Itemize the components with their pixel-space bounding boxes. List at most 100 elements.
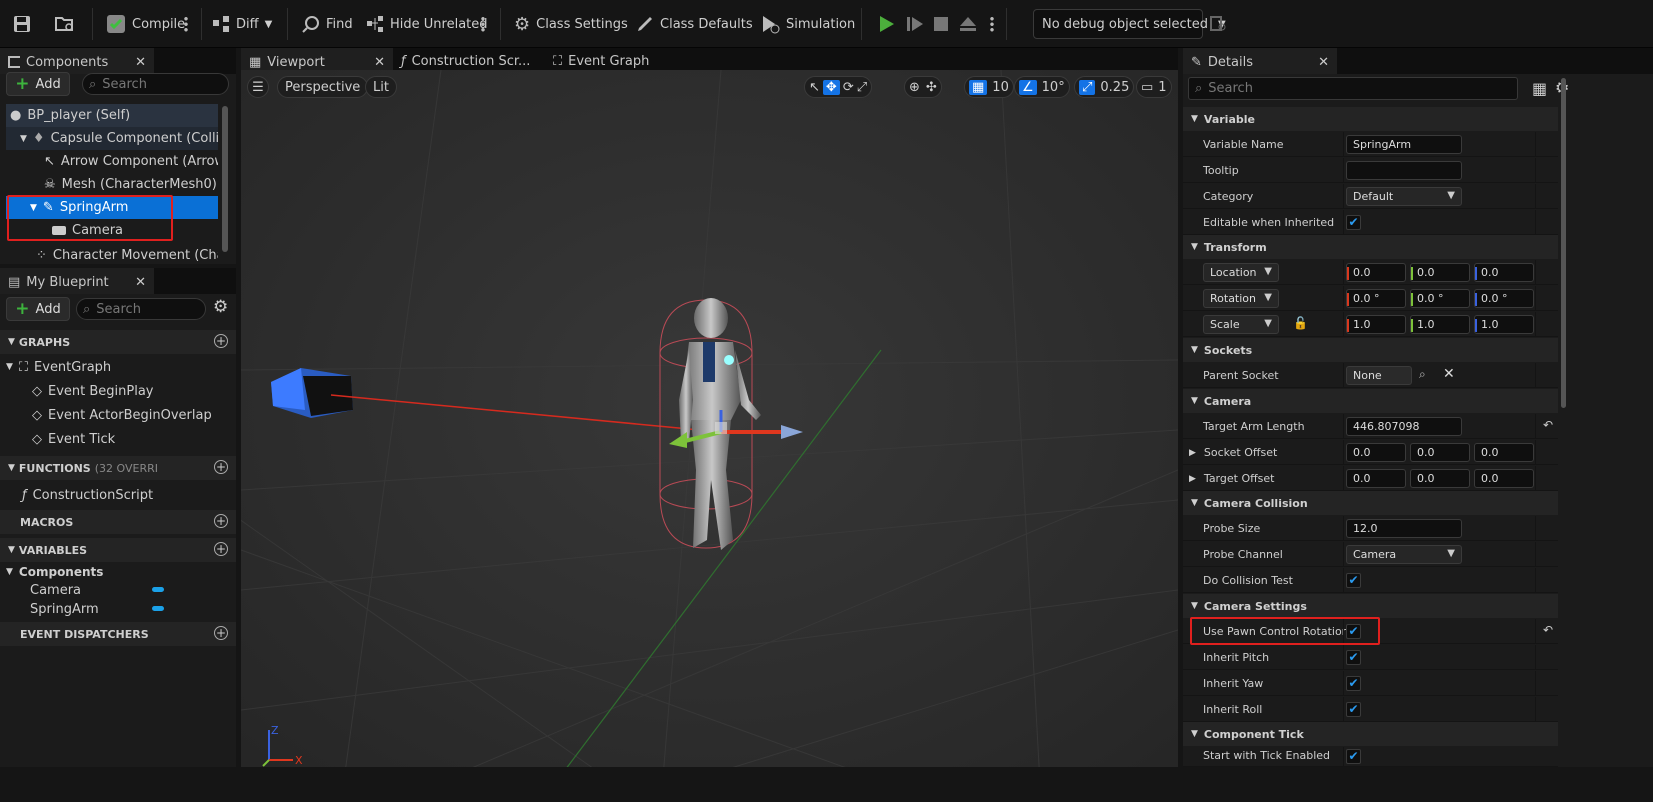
viewport-menu-icon[interactable]: ☰ [247, 76, 269, 98]
location-x-input[interactable]: 0.0 [1346, 263, 1406, 282]
reset-to-default-icon[interactable]: ↶ [1543, 623, 1553, 637]
camera-speed-button[interactable]: ▭ 1 [1136, 76, 1172, 98]
debug-browse-icon[interactable] [1209, 10, 1227, 38]
play-options-icon[interactable] [990, 10, 994, 38]
clear-icon[interactable]: ✕ [1443, 366, 1455, 382]
add-dispatcher-icon[interactable]: + [214, 626, 228, 640]
details-search-input[interactable]: ⌕ Search [1188, 77, 1518, 100]
select-icon[interactable]: ↖ [809, 80, 820, 95]
close-icon[interactable]: ✕ [1318, 55, 1329, 70]
event-item[interactable]: ◇ Event ActorBeginOverlap [32, 404, 212, 426]
browse-folder-icon[interactable] [54, 10, 76, 38]
rotation-z-input[interactable]: 0.0 ° [1474, 289, 1534, 308]
section-variables[interactable]: ▼ VARIABLES + [0, 538, 236, 562]
stop-button[interactable] [932, 10, 950, 38]
find-button[interactable]: Find [302, 10, 353, 38]
inherit-roll-checkbox[interactable]: ✔ [1346, 702, 1361, 717]
function-item-construction-script[interactable]: ƒ ConstructionScript [22, 484, 153, 506]
rotate-icon[interactable]: ⟳ [843, 80, 854, 95]
debug-object-dropdown[interactable]: No debug object selected ▼ [1033, 9, 1226, 39]
section-camera[interactable]: ▼ Camera [1183, 389, 1558, 413]
tree-item-capsule[interactable]: ▼ ♦ Capsule Component (CollisionC [6, 127, 218, 150]
components-search-input[interactable]: ⌕ Search [82, 73, 229, 95]
hide-unrelated-options-icon[interactable] [481, 10, 485, 38]
translate-icon[interactable]: ✥ [822, 79, 840, 95]
location-dropdown[interactable]: Location ▼ [1203, 263, 1279, 282]
inherit-pitch-checkbox[interactable]: ✔ [1346, 650, 1361, 665]
add-variable-icon[interactable]: + [214, 542, 228, 556]
rotation-snap-toggle[interactable]: ∠ 10° [1014, 76, 1070, 98]
inherit-yaw-checkbox[interactable]: ✔ [1346, 676, 1361, 691]
diff-button[interactable]: Diff ▼ [212, 10, 272, 38]
tooltip-input[interactable] [1346, 161, 1462, 180]
surface-snap-icon[interactable]: ✣ [926, 80, 937, 95]
add-function-icon[interactable]: + [214, 460, 228, 474]
socket-offset-y-input[interactable]: 0.0 [1410, 443, 1470, 462]
location-z-input[interactable]: 0.0 [1474, 263, 1534, 282]
property-matrix-icon[interactable]: ▦ [1532, 79, 1547, 98]
lock-icon[interactable]: 🔓 [1293, 316, 1308, 330]
section-graphs[interactable]: ▼ GRAPHS + [0, 330, 236, 354]
target-offset-z-input[interactable]: 0.0 [1474, 469, 1534, 488]
class-defaults-button[interactable]: Class Defaults [636, 10, 753, 38]
socket-offset-x-input[interactable]: 0.0 [1346, 443, 1406, 462]
section-variable[interactable]: ▼ Variable [1183, 107, 1558, 131]
class-settings-button[interactable]: ⚙ Class Settings [514, 10, 628, 38]
section-camera-settings[interactable]: ▼ Camera Settings [1183, 594, 1558, 618]
play-button[interactable] [876, 10, 896, 38]
section-event-dispatchers[interactable]: EVENT DISPATCHERS + [0, 622, 236, 646]
world-local-icon[interactable]: ⊕ [909, 80, 920, 95]
details-scrollbar[interactable] [1561, 78, 1566, 408]
components-add-button[interactable]: + Add [6, 72, 70, 96]
tab-my-blueprint[interactable]: ▤ My Blueprint ✕ [0, 268, 154, 294]
tree-item-mesh[interactable]: ☠Mesh (CharacterMesh0)Ed [6, 173, 218, 196]
variable-item-springarm[interactable]: SpringArm [30, 598, 230, 620]
save-icon[interactable] [12, 10, 32, 38]
step-button[interactable] [905, 10, 925, 38]
section-functions[interactable]: ▼ FUNCTIONS (32 OVERRI + [0, 456, 236, 480]
add-graph-icon[interactable]: + [214, 334, 228, 348]
add-macro-icon[interactable]: + [214, 514, 228, 528]
expand-arrow-icon[interactable]: ▶ [1189, 448, 1196, 458]
variable-name-input[interactable]: SpringArm [1346, 135, 1462, 154]
category-dropdown[interactable]: Default ▼ [1346, 187, 1462, 206]
blueprint-add-button[interactable]: + Add [6, 297, 70, 321]
close-icon[interactable]: ✕ [374, 55, 385, 70]
expand-arrow-icon[interactable]: ▶ [1189, 474, 1196, 484]
close-icon[interactable]: ✕ [135, 275, 146, 290]
tree-item-bp-player[interactable]: ● BP_player (Self) [6, 104, 218, 127]
gear-icon[interactable]: ⚙ [213, 297, 228, 317]
compile-button[interactable]: Compile [106, 10, 185, 38]
event-item[interactable]: ◇ Event Tick [32, 428, 115, 450]
editable-checkbox[interactable]: ✔ [1346, 215, 1361, 230]
section-component-tick[interactable]: ▼ Component Tick [1183, 722, 1558, 746]
rotation-dropdown[interactable]: Rotation ▼ [1203, 289, 1279, 308]
components-scrollbar[interactable] [222, 106, 228, 252]
section-sockets[interactable]: ▼ Sockets [1183, 338, 1558, 362]
section-transform[interactable]: ▼ Transform [1183, 235, 1558, 259]
close-icon[interactable]: ✕ [135, 55, 146, 70]
simulation-button[interactable]: Simulation [760, 10, 855, 38]
grid-snap-toggle[interactable]: ▦ 10 [964, 76, 1014, 98]
scale-snap-toggle[interactable]: ⤢ 0.25 [1074, 76, 1135, 98]
compile-options-icon[interactable] [184, 10, 188, 38]
tree-item-character-movement[interactable]: ⁘ Character Movement (CharMo [6, 248, 218, 264]
graph-item-eventgraph[interactable]: ▼ ⛶ EventGraph [6, 356, 111, 378]
reset-to-default-icon[interactable]: ↶ [1543, 418, 1553, 432]
target-offset-x-input[interactable]: 0.0 [1346, 469, 1406, 488]
hide-unrelated-button[interactable]: Hide Unrelated [366, 10, 488, 38]
target-arm-length-input[interactable]: 446.807098 [1346, 417, 1462, 436]
viewport-3d[interactable]: Z X ☰ Perspective Lit ↖ ✥ ⟳ ⤢ ⊕ ✣ ▦ 10 ∠ 1… [241, 70, 1178, 802]
scale-x-input[interactable]: 1.0 [1346, 315, 1406, 334]
scale-icon[interactable]: ⤢ [857, 80, 867, 95]
parent-socket-field[interactable]: None [1346, 366, 1412, 385]
rotation-x-input[interactable]: 0.0 ° [1346, 289, 1406, 308]
probe-size-input[interactable]: 12.0 [1346, 519, 1462, 538]
eject-button[interactable] [958, 10, 978, 38]
probe-channel-dropdown[interactable]: Camera ▼ [1346, 545, 1462, 564]
tab-components[interactable]: Components ✕ [0, 48, 154, 74]
perspective-button[interactable]: Perspective [277, 76, 369, 98]
browse-icon[interactable]: ⌕ [1419, 367, 1426, 382]
blueprint-search-input[interactable]: ⌕ Search [76, 298, 206, 320]
do-collision-checkbox[interactable]: ✔ [1346, 573, 1361, 588]
